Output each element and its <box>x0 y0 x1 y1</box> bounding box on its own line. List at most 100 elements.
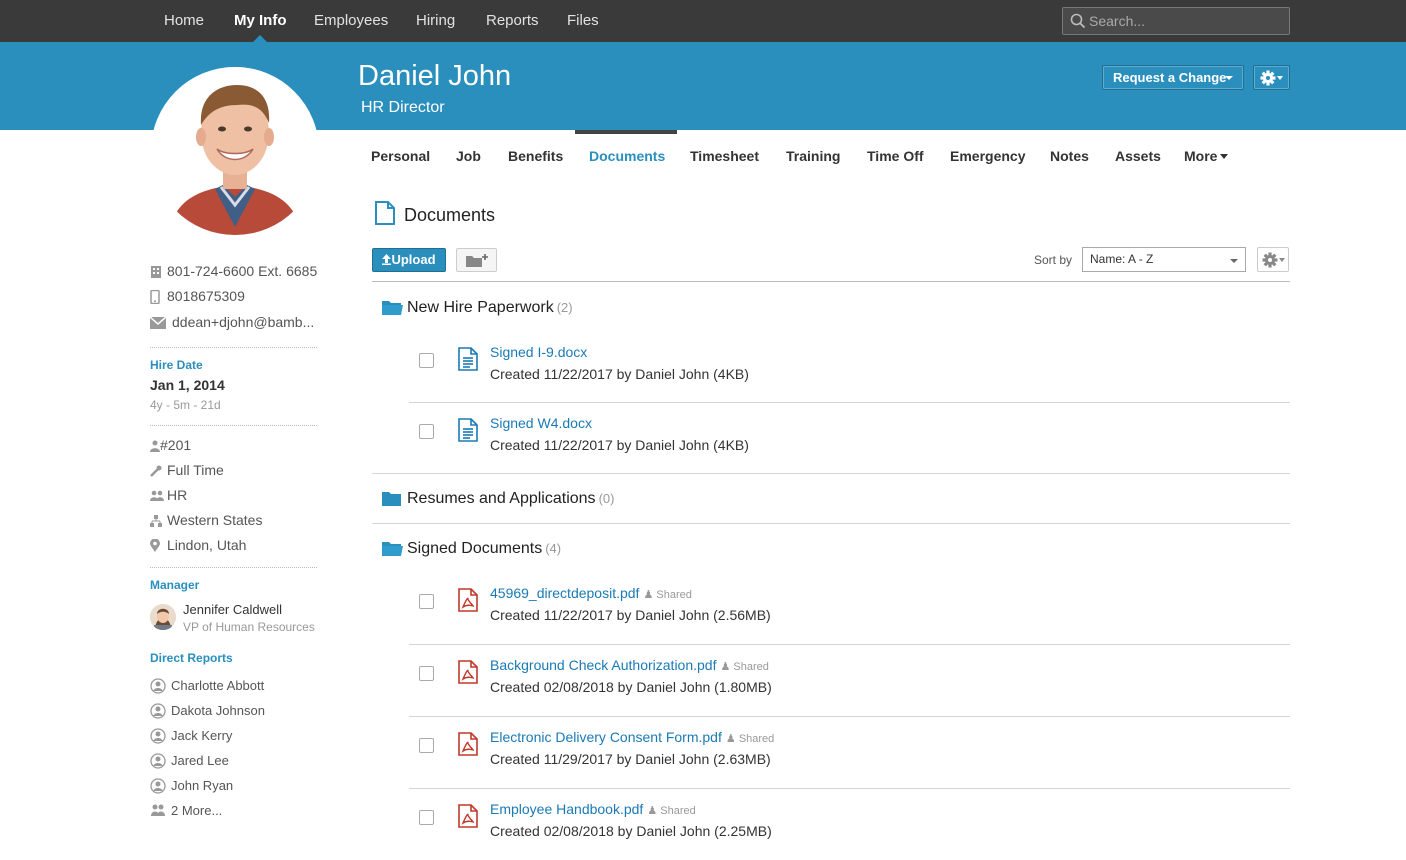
file-name: Employee Handbook.pdf <box>490 801 644 817</box>
tab-more[interactable]: More <box>1184 130 1229 182</box>
shared-badge: ♟ Shared <box>726 733 774 745</box>
nav-employees[interactable]: Employees <box>314 0 388 42</box>
building-icon <box>150 265 162 278</box>
tab-job[interactable]: Job <box>456 130 481 182</box>
direct-report-name: Dakota Johnson <box>171 703 265 718</box>
shared-badge: ♟ Shared <box>647 805 695 817</box>
nav-reports[interactable]: Reports <box>486 0 539 42</box>
file-meta: Created 02/08/2018 by Daniel John (1.80M… <box>490 679 772 695</box>
tab-documents[interactable]: Documents <box>589 130 665 182</box>
person-icon: ♟ <box>643 589 654 601</box>
file-link[interactable]: Employee Handbook.pdf ♟ Shared <box>490 801 696 817</box>
request-change-button[interactable]: Request a Change <box>1102 65 1244 90</box>
tab-timesheet[interactable]: Timesheet <box>690 130 759 182</box>
shared-badge: ♟ Shared <box>720 661 768 673</box>
nav-hiring[interactable]: Hiring <box>416 0 455 42</box>
sidebar-divider <box>150 425 317 426</box>
folder-count: (2) <box>556 300 573 315</box>
manager-title: VP of Human Resources <box>183 620 315 634</box>
gear-icon <box>1260 70 1284 91</box>
division-text: Western States <box>167 512 263 528</box>
header-settings-button[interactable] <box>1253 65 1290 90</box>
file-checkbox[interactable] <box>419 424 434 439</box>
avatar <box>151 67 319 235</box>
file-row: Electronic Delivery Consent Form.pdf ♟ Sh… <box>409 716 1290 788</box>
tab-personal[interactable]: Personal <box>371 130 430 182</box>
pdf-icon <box>458 732 478 761</box>
search-icon <box>1070 13 1086 34</box>
search-input[interactable] <box>1089 8 1285 34</box>
request-change-label: Request a Change <box>1113 70 1227 85</box>
word-doc-icon <box>458 347 478 376</box>
tab-assets[interactable]: Assets <box>1115 130 1161 182</box>
active-nav-indicator <box>253 35 267 42</box>
file-checkbox[interactable] <box>419 353 434 368</box>
chevron-down-icon <box>1230 259 1238 263</box>
pdf-icon <box>458 804 478 833</box>
manager-name[interactable]: Jennifer Caldwell <box>183 602 282 617</box>
toolbar-divider <box>372 281 1290 282</box>
file-checkbox[interactable] <box>419 738 434 753</box>
more-reports-text: 2 More... <box>171 803 223 818</box>
direct-report-name: Jack Kerry <box>171 728 233 743</box>
tab-training[interactable]: Training <box>786 130 840 182</box>
map-pin-icon <box>150 538 162 552</box>
sort-select[interactable]: Name: A - Z <box>1082 247 1246 272</box>
department-text: HR <box>167 487 188 503</box>
user-circle-icon <box>150 778 166 797</box>
folder-name: Signed Documents <box>407 540 543 557</box>
file-row: Signed I-9.docx Created 11/22/2017 by Da… <box>409 331 1290 403</box>
tenure: 4y - 5m - 21d <box>150 398 221 412</box>
people-icon <box>150 803 166 820</box>
file-checkbox[interactable] <box>419 810 434 825</box>
file-checkbox[interactable] <box>419 594 434 609</box>
folder-divider <box>372 523 1290 524</box>
people-icon <box>150 489 164 501</box>
manager-avatar[interactable] <box>150 604 176 630</box>
search-box[interactable] <box>1062 7 1290 35</box>
person-icon: ♟ <box>720 661 731 673</box>
file-link[interactable]: Background Check Authorization.pdf ♟ Shar… <box>490 657 769 673</box>
tab-notes[interactable]: Notes <box>1050 130 1089 182</box>
sidebar-divider <box>150 347 317 348</box>
person-icon: ♟ <box>725 733 736 745</box>
file-row: Background Check Authorization.pdf ♟ Shar… <box>409 644 1290 716</box>
upload-label: Upload <box>391 252 436 267</box>
mobile-icon <box>150 289 162 305</box>
tab-benefits[interactable]: Benefits <box>508 130 563 182</box>
new-folder-button[interactable] <box>456 248 497 272</box>
file-meta: Created 11/22/2017 by Daniel John (4KB) <box>490 366 749 382</box>
direct-reports-label: Direct Reports <box>150 651 233 665</box>
file-link[interactable]: Electronic Delivery Consent Form.pdf ♟ Sh… <box>490 729 774 745</box>
tab-emergency[interactable]: Emergency <box>950 130 1025 182</box>
nav-files[interactable]: Files <box>567 0 599 42</box>
user-circle-icon <box>150 703 166 722</box>
pdf-icon <box>458 588 478 617</box>
file-link[interactable]: Signed I-9.docx <box>490 344 587 360</box>
documents-settings-button[interactable] <box>1257 247 1289 272</box>
location-text: Lindon, Utah <box>167 537 247 553</box>
folder-name: New Hire Paperwork <box>407 299 554 316</box>
file-checkbox[interactable] <box>419 666 434 681</box>
file-link[interactable]: 45969_directdeposit.pdf ♟ Shared <box>490 585 692 601</box>
file-name: Background Check Authorization.pdf <box>490 657 717 673</box>
manager-label: Manager <box>150 578 200 592</box>
shared-label: Shared <box>660 805 696 817</box>
upload-button[interactable]: Upload <box>372 248 446 272</box>
file-meta: Created 11/29/2017 by Daniel John (2.63M… <box>490 751 771 767</box>
sort-label: Sort by <box>1034 253 1073 267</box>
shared-badge: ♟ Shared <box>643 589 691 601</box>
gear-icon <box>1262 252 1286 273</box>
mobile-phone-text: 8018675309 <box>167 288 245 304</box>
nav-home[interactable]: Home <box>164 0 204 42</box>
hire-date-label: Hire Date <box>150 358 203 372</box>
file-link[interactable]: Signed W4.docx <box>490 415 592 431</box>
file-name: Electronic Delivery Consent Form.pdf <box>490 729 722 745</box>
word-doc-icon <box>458 418 478 447</box>
sort-select-value: Name: A - Z <box>1090 252 1154 266</box>
file-row: Employee Handbook.pdf ♟ Shared Created 02… <box>409 788 1290 860</box>
shared-label: Shared <box>733 661 769 673</box>
folder-icon <box>382 541 403 562</box>
tab-time-off[interactable]: Time Off <box>867 130 924 182</box>
employment-type-text: Full Time <box>167 462 224 478</box>
